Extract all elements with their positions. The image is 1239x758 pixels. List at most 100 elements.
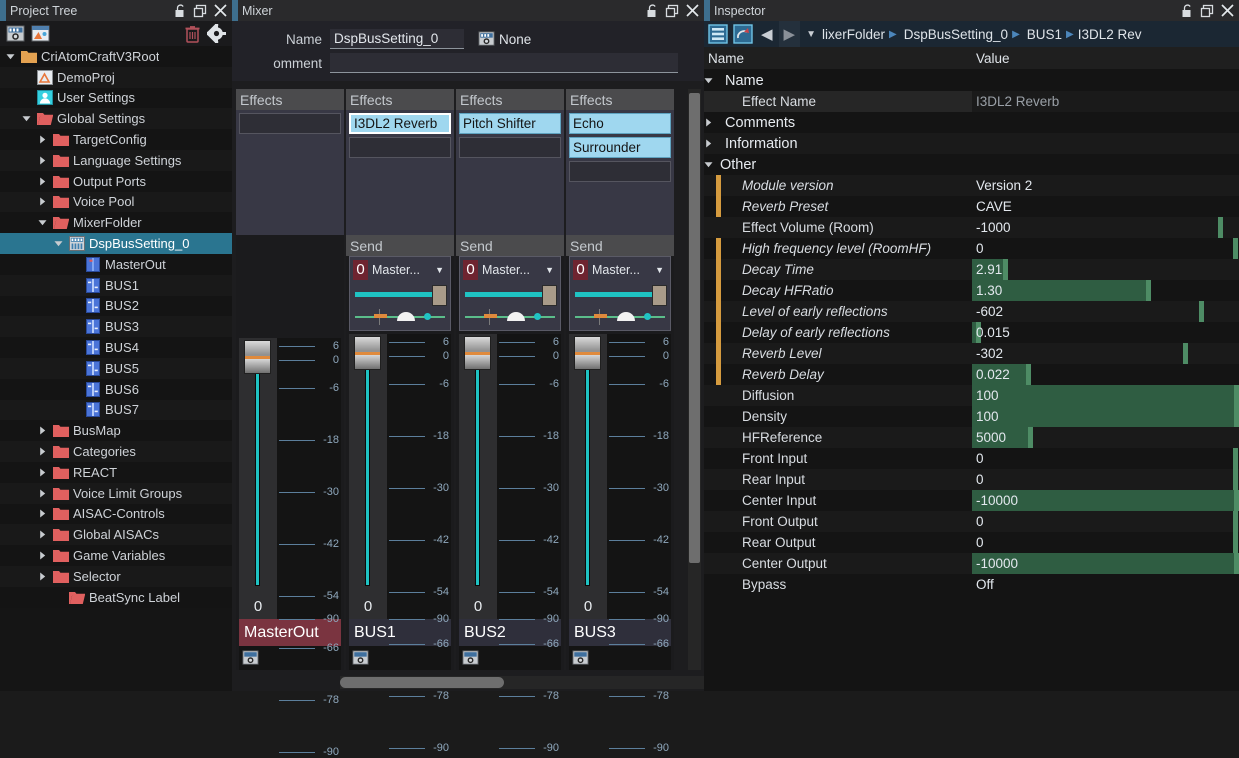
inspector-property-value[interactable]: -10000	[972, 553, 1239, 574]
twisty-down-icon[interactable]	[54, 239, 68, 248]
undo-icon[interactable]	[731, 24, 755, 44]
inspector-row[interactable]: Rear Output 0	[704, 532, 1239, 553]
tree-item-demoproj[interactable]: DemoProj	[0, 66, 232, 88]
tree-item-aisac-controls[interactable]: AISAC-Controls	[0, 503, 232, 525]
dsp-bus-setting-icon[interactable]	[462, 650, 479, 666]
gear-icon[interactable]	[207, 24, 226, 43]
fader-handle[interactable]	[574, 336, 601, 370]
inspector-property-value[interactable]: 0	[972, 511, 1239, 532]
inspector-property-value[interactable]: 0	[972, 532, 1239, 553]
twisty-down-icon[interactable]	[704, 76, 720, 85]
tree-item-output-ports[interactable]: Output Ports	[0, 170, 232, 192]
inspector-property-value[interactable]: 100	[972, 406, 1239, 427]
effects-rack[interactable]	[236, 110, 344, 235]
inspector-row[interactable]: Information	[704, 133, 1239, 154]
close-icon[interactable]	[1220, 3, 1235, 18]
tree-item-selector[interactable]: Selector	[0, 565, 232, 587]
effect-slot-empty[interactable]	[239, 113, 341, 134]
inspector-row[interactable]: Center Output -10000	[704, 553, 1239, 574]
pan-dome-marker[interactable]	[617, 312, 636, 321]
comment-input[interactable]	[330, 53, 678, 73]
fader-value[interactable]: 0	[349, 594, 387, 619]
twisty-right-icon[interactable]	[704, 118, 720, 127]
inspector-property-value[interactable]: Off	[972, 574, 1239, 595]
fader-handle[interactable]	[354, 336, 381, 370]
pan-control[interactable]	[463, 307, 557, 327]
tree-item-bus2[interactable]: BUS2	[0, 295, 232, 317]
effect-slot[interactable]: Echo	[569, 113, 671, 134]
inspector-row[interactable]: Bypass Off	[704, 574, 1239, 595]
fader-handle[interactable]	[464, 336, 491, 370]
tree-item-bus6[interactable]: BUS6	[0, 378, 232, 400]
twisty-right-icon[interactable]	[38, 426, 52, 435]
snapshot-selector[interactable]: None	[478, 31, 531, 47]
dsp-bus-setting-icon[interactable]	[572, 650, 589, 666]
inspector-property-value[interactable]: 100	[972, 385, 1239, 406]
inspector-row[interactable]: Module version Version 2	[704, 175, 1239, 196]
send-target[interactable]: Master...	[368, 263, 435, 277]
restore-icon[interactable]	[665, 4, 679, 18]
inspector-property-value[interactable]: 0.022	[972, 364, 1239, 385]
unlock-icon[interactable]	[1181, 3, 1194, 18]
inspector-property-value[interactable]: Version 2	[972, 175, 1239, 196]
inspector-property-list[interactable]: Name Effect Name I3DL2 Reverb Comments Infor…	[704, 70, 1239, 691]
restore-icon[interactable]	[1200, 4, 1214, 18]
fader-value[interactable]: 0	[569, 594, 607, 619]
tree-item-bus3[interactable]: BUS3	[0, 316, 232, 338]
chevron-down-icon[interactable]: ▼	[655, 265, 667, 275]
effect-slot[interactable]: I3DL2 Reverb	[349, 113, 451, 134]
scroll-thumb[interactable]	[340, 677, 504, 688]
inspector-property-value[interactable]: I3DL2 Reverb	[972, 91, 1239, 112]
pan-dot-marker[interactable]	[533, 313, 541, 320]
slider-knob[interactable]	[432, 285, 447, 306]
inspector-row[interactable]: Reverb Delay 0.022	[704, 364, 1239, 385]
pan-control[interactable]	[573, 307, 667, 327]
nav-back-button[interactable]: ◀	[756, 25, 778, 43]
pan-orange-marker[interactable]	[593, 314, 607, 318]
slider-knob[interactable]	[542, 285, 557, 306]
effect-slot-empty[interactable]	[349, 137, 451, 158]
slider-knob[interactable]	[652, 285, 667, 306]
dsp-bus-setting-icon[interactable]	[6, 25, 25, 43]
twisty-down-icon[interactable]	[704, 160, 720, 169]
tree-item-react[interactable]: REACT	[0, 461, 232, 483]
effect-slot-empty[interactable]	[459, 137, 561, 158]
inspector-row[interactable]: Level of early reflections -602	[704, 301, 1239, 322]
inspector-row[interactable]: Front Output 0	[704, 511, 1239, 532]
effects-rack[interactable]: Pitch Shifter	[456, 110, 564, 235]
chevron-down-icon[interactable]: ▼	[545, 265, 557, 275]
fader-area[interactable]: 6 0 -6 -18 -30 -42 -54 -66 -78 -90	[349, 334, 451, 754]
project-icon[interactable]	[31, 25, 50, 43]
fader-column[interactable]	[459, 334, 497, 594]
pan-orange-marker[interactable]	[373, 314, 387, 318]
twisty-down-icon[interactable]	[22, 114, 36, 123]
inspector-row[interactable]: Density 100	[704, 406, 1239, 427]
breadcrumb-item-i3dl2-rev[interactable]: I3DL2 Rev	[1078, 27, 1142, 42]
twisty-right-icon[interactable]	[38, 509, 52, 518]
tree-item-targetconfig[interactable]: TargetConfig	[0, 129, 232, 150]
unlock-icon[interactable]	[646, 3, 659, 18]
pan-dome-marker[interactable]	[397, 312, 416, 321]
inspector-row[interactable]: High frequency level (RoomHF) 0	[704, 238, 1239, 259]
twisty-right-icon[interactable]	[38, 135, 52, 144]
twisty-right-icon[interactable]	[704, 139, 720, 148]
effect-slot-empty[interactable]	[569, 161, 671, 182]
fader-area[interactable]: 6 0 -6 -18 -30 -42 -54 -66 -78 -90	[459, 334, 561, 754]
tree-item-bus4[interactable]: BUS4	[0, 337, 232, 358]
inspector-row[interactable]: Rear Input 0	[704, 469, 1239, 490]
breadcrumb-item-dspbussetting-0[interactable]: DspBusSetting_0	[901, 27, 1008, 42]
tree-item-masterout[interactable]: MasterOut	[0, 253, 232, 275]
inspector-property-value[interactable]: -10000	[972, 490, 1239, 511]
dsp-bus-setting-icon[interactable]	[352, 650, 369, 666]
dsp-bus-setting-icon[interactable]	[242, 650, 259, 666]
fader-value[interactable]: 0	[239, 594, 277, 619]
fader-area[interactable]: 6 0 -6 -18 -30 -42 -54 -66 -78 -90	[569, 334, 671, 754]
effects-rack[interactable]: Echo Surrounder	[566, 110, 674, 235]
pan-dot-marker[interactable]	[423, 313, 431, 320]
mixer-horizontal-scrollbar[interactable]	[340, 676, 704, 689]
fader-area[interactable]: 6 0 -6 -18 -30 -42 -54 -66 -78 -90	[239, 338, 341, 758]
breadcrumb-item-lixerfolder[interactable]: lixerFolder	[822, 27, 885, 42]
breadcrumb-dropdown-button[interactable]: ▼	[801, 29, 821, 40]
inspector-row[interactable]: Comments	[704, 112, 1239, 133]
twisty-right-icon[interactable]	[38, 447, 52, 456]
